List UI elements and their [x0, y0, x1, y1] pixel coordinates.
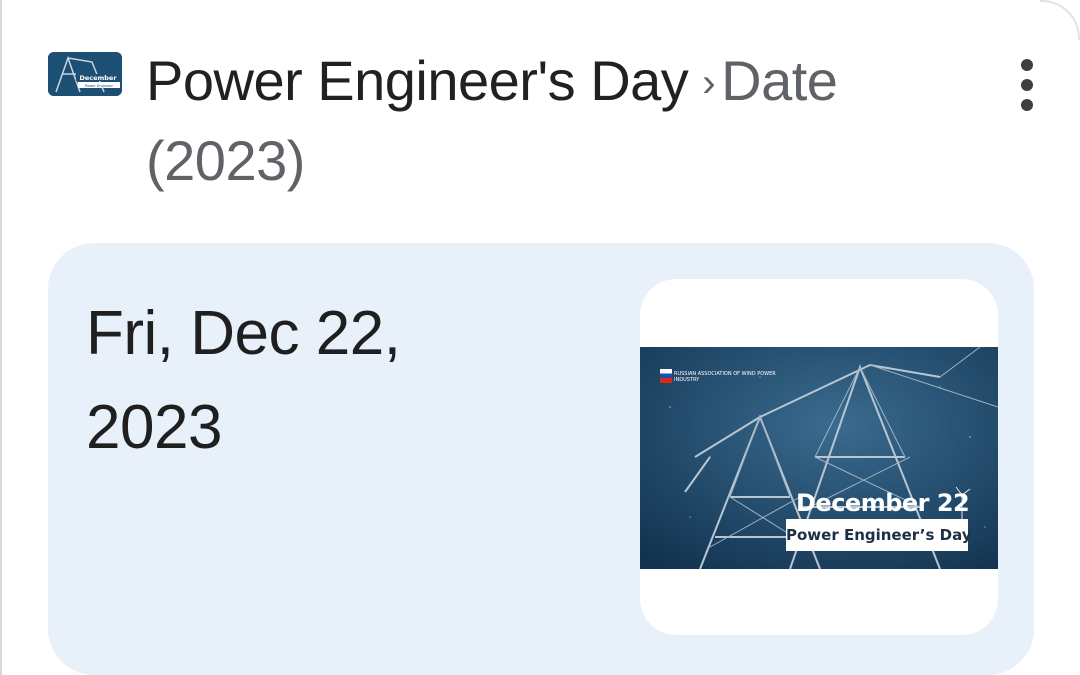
answer-thumbnail[interactable]: Russian Association of Wind Power Indust… — [640, 279, 998, 635]
answer-card: Fri, Dec 22, 2023 RUSSIAN ASSOCIATION OF… — [48, 243, 1034, 675]
more-vert-icon-dot-middle — [1021, 79, 1033, 91]
thumbnail-image[interactable]: Russian Association of Wind Power Indust… — [640, 347, 998, 569]
site-favicon-icon[interactable]: December Power Engineer — [48, 52, 122, 96]
more-options-button[interactable] — [1000, 48, 1054, 122]
breadcrumb-year[interactable]: (2023) — [146, 129, 305, 192]
svg-text:December: December — [79, 74, 117, 82]
thumbnail-flag-icon — [660, 369, 672, 383]
breadcrumb-sub[interactable]: Date — [721, 49, 838, 112]
panel-corner-border — [1040, 0, 1080, 40]
answer-date: Fri, Dec 22, 2023 — [86, 287, 586, 475]
answer-date-line1: Fri, Dec 22, — [86, 299, 401, 368]
result-header: December Power Engineer Power Engineer's… — [46, 36, 1046, 196]
breadcrumb-main[interactable]: Power Engineer's Day — [146, 49, 689, 112]
thumbnail-date-text: December 22 — [796, 489, 970, 517]
more-vert-icon-dot-bottom — [1021, 99, 1033, 111]
answer-date-line2: 2023 — [86, 393, 222, 462]
thumbnail-banner-text: Power Engineer’s Day — [786, 519, 972, 551]
more-vert-icon-dot-top — [1021, 59, 1033, 71]
breadcrumb[interactable]: Power Engineer's Day › Date (2023) — [146, 42, 966, 200]
thumbnail-org-text: Russian Association of Wind Power Indust… — [674, 371, 776, 383]
search-result-panel: December Power Engineer Power Engineer's… — [0, 0, 1080, 675]
panel-left-border — [0, 0, 2, 675]
breadcrumb-separator-icon: › — [702, 61, 716, 105]
svg-text:Power Engineer: Power Engineer — [85, 84, 114, 88]
